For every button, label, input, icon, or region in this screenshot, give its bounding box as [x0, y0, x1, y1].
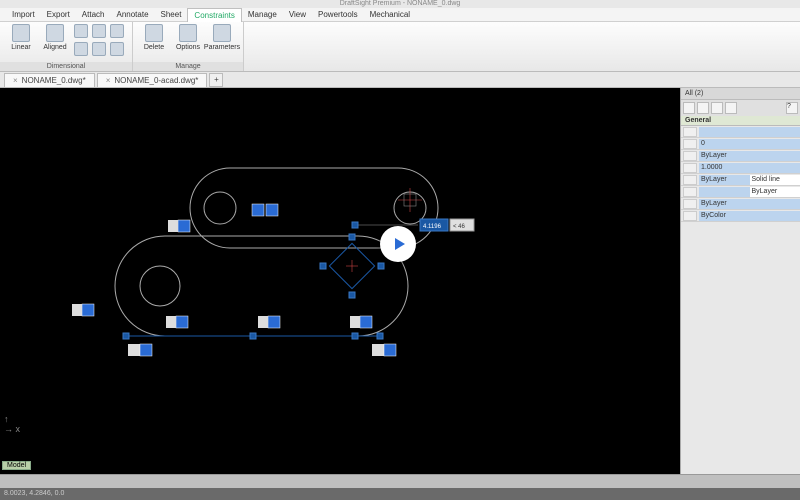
props-tool-4[interactable] — [725, 102, 737, 114]
props-tool-1[interactable] — [683, 102, 695, 114]
props-tool-2[interactable] — [697, 102, 709, 114]
prop-color[interactable] — [681, 126, 800, 138]
tab-0[interactable]: ×NONAME_0.dwg* — [4, 73, 95, 87]
prop-linetype[interactable]: ByLayer — [681, 150, 800, 162]
panel-manage: Delete Options Parameters Manage — [133, 22, 244, 71]
delete-constraint-button[interactable]: Delete — [139, 24, 169, 51]
canvas[interactable]: 4.1196 < 46 ↑→ x — [0, 88, 680, 474]
constraint-badges — [72, 204, 396, 356]
dim-small-tools — [74, 24, 126, 58]
add-tab-button[interactable]: + — [209, 73, 223, 87]
dim-tool-2[interactable] — [92, 24, 106, 38]
menu-view[interactable]: View — [283, 8, 312, 22]
prop-lineweight[interactable]: ByLayer — [681, 186, 800, 198]
upper-left-hole — [204, 192, 236, 224]
menu-constraints[interactable]: Constraints — [187, 8, 241, 22]
menu-annotate[interactable]: Annotate — [110, 8, 154, 22]
svg-text:4.1196: 4.1196 — [423, 224, 442, 230]
menu-sheet[interactable]: Sheet — [155, 8, 188, 22]
dim-tool-5[interactable] — [92, 42, 106, 56]
linear-dim-button[interactable]: Linear — [6, 24, 36, 51]
dim-tool-3[interactable] — [110, 24, 124, 38]
props-header[interactable]: All (2) — [681, 88, 800, 100]
props-tool-3[interactable] — [711, 102, 723, 114]
menu-attach[interactable]: Attach — [76, 8, 111, 22]
menu-export[interactable]: Export — [41, 8, 76, 22]
lower-left-hole — [140, 266, 180, 306]
document-tabs: ×NONAME_0.dwg* ×NONAME_0-acad.dwg* + — [0, 72, 800, 88]
ribbon: Linear Aligned Dimensional Delete Option… — [0, 22, 800, 72]
dim-tool-4[interactable] — [74, 42, 88, 56]
status-bar: 8.0023, 4.2846, 0.0 — [0, 488, 800, 500]
model-tab[interactable]: Model — [2, 461, 31, 470]
parameters-button[interactable]: Parameters — [207, 24, 237, 51]
props-help[interactable]: ? — [786, 102, 798, 114]
prop-printcolor[interactable]: ByColor — [681, 210, 800, 222]
prop-transparency[interactable]: ByLayer — [681, 198, 800, 210]
panel-title-dimensional: Dimensional — [0, 62, 132, 71]
ucs-icon: ↑→ x — [4, 414, 20, 434]
menu-bar: ImportExportAttachAnnotateSheetConstrain… — [0, 8, 800, 22]
tab-1[interactable]: ×NONAME_0-acad.dwg* — [97, 73, 208, 87]
close-icon[interactable]: × — [106, 76, 111, 85]
options-button[interactable]: Options — [173, 24, 203, 51]
aligned-dim-button[interactable]: Aligned — [40, 24, 70, 51]
svg-text:< 46: < 46 — [453, 224, 466, 230]
prop-plotstyle[interactable]: ByLayerSolid line — [681, 174, 800, 186]
play-button-overlay[interactable] — [380, 226, 416, 262]
panel-title-manage: Manage — [133, 62, 243, 71]
menu-import[interactable]: Import — [6, 8, 41, 22]
menu-manage[interactable]: Manage — [242, 8, 283, 22]
props-section-general: General — [681, 116, 800, 126]
prop-layer[interactable]: 0 — [681, 138, 800, 150]
panel-dimensional: Linear Aligned Dimensional — [0, 22, 133, 71]
command-line[interactable] — [0, 474, 800, 488]
menu-mechanical[interactable]: Mechanical — [364, 8, 416, 22]
prop-linescale[interactable]: 1.0000 — [681, 162, 800, 174]
close-icon[interactable]: × — [13, 76, 18, 85]
menu-powertools[interactable]: Powertools — [312, 8, 364, 22]
dim-tool-6[interactable] — [110, 42, 124, 56]
dim-tool-1[interactable] — [74, 24, 88, 38]
properties-panel: All (2) ? General 0ByLayer1.0000ByLayerS… — [680, 88, 800, 474]
